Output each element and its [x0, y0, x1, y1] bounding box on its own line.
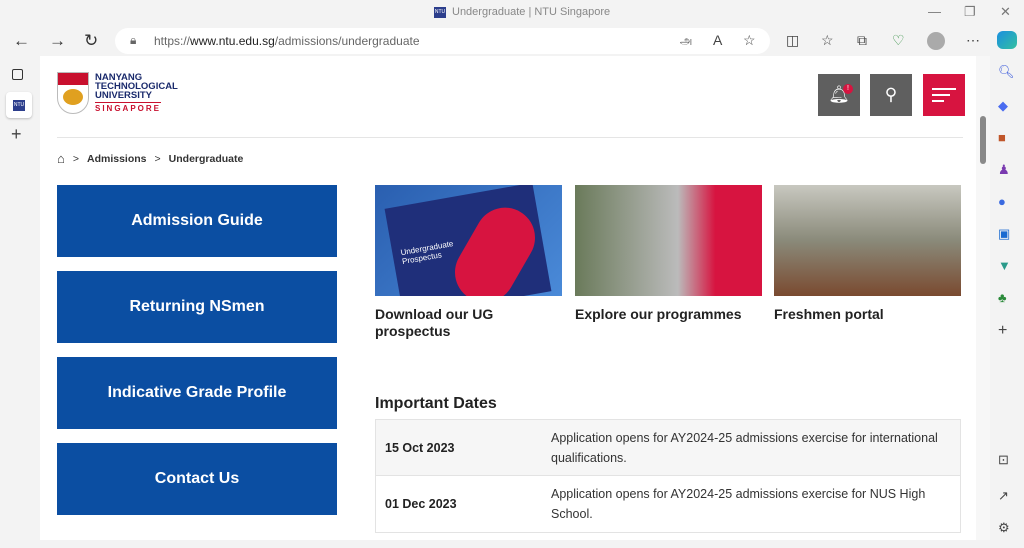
translate-icon[interactable]: அ — [680, 35, 692, 49]
games-icon[interactable]: ♟ — [998, 162, 1010, 178]
breadcrumb-undergraduate: Undergraduate — [168, 152, 244, 165]
table-row: 01 Dec 2023 Application opens for AY2024-… — [385, 487, 926, 521]
admission-guide-button[interactable]: Admission Guide — [57, 185, 337, 257]
table-row: 15 Oct 2023 Application opens for AY2024-… — [376, 420, 960, 476]
shopping-icon[interactable]: ◆ — [998, 98, 1008, 114]
favicon: NTU — [434, 6, 446, 18]
card-title[interactable]: Download our UG prospectus — [375, 306, 562, 340]
vertical-tab-ntu[interactable]: NTU — [6, 92, 32, 118]
add-sidebar-icon[interactable]: + — [998, 322, 1007, 340]
close-button[interactable]: ✕ — [1000, 4, 1011, 20]
card-title[interactable]: Explore our programmes — [575, 306, 762, 323]
back-icon[interactable]: ← — [13, 31, 30, 51]
minimize-button[interactable]: — — [928, 4, 941, 19]
maximize-button[interactable]: ❐ — [964, 4, 976, 20]
web-page: NANYANG TECHNOLOGICAL UNIVERSITY SINGAPORE … — [40, 56, 976, 540]
more-icon[interactable]: ⋯ — [966, 32, 980, 49]
card-title[interactable]: Freshmen portal — [774, 306, 961, 323]
open-external-icon[interactable]: ↗ — [998, 488, 1009, 504]
microsoft365-icon[interactable]: ● — [998, 194, 1006, 209]
ntu-crest-logo[interactable] — [57, 72, 89, 114]
search-icon[interactable]: 🔍︎ — [998, 64, 1015, 80]
tree-icon[interactable]: ♣ — [998, 290, 1007, 305]
outlook-icon[interactable]: ▣ — [998, 226, 1010, 242]
notification-button[interactable]: 🔔︎! — [818, 74, 860, 116]
scrollbar-thumb[interactable] — [980, 116, 986, 164]
ntu-logo-text[interactable]: NANYANG TECHNOLOGICAL UNIVERSITY SINGAPORE — [95, 73, 178, 113]
search-button[interactable]: ⚲ — [870, 74, 912, 116]
lock-icon[interactable]: 🔒︎ — [130, 33, 136, 48]
prospectus-image: Undergraduate Prospectus — [375, 185, 562, 296]
indicative-grade-profile-button[interactable]: Indicative Grade Profile — [57, 357, 337, 429]
vertical-tabs-bar: NTU + — [0, 56, 40, 548]
profile-avatar[interactable] — [927, 32, 945, 50]
refresh-icon[interactable]: ↻ — [84, 31, 98, 51]
designer-icon[interactable]: ▼ — [998, 258, 1011, 273]
freshmen-image — [774, 185, 961, 296]
menu-icon — [932, 88, 956, 90]
search-icon: ⚲ — [884, 85, 898, 104]
screenshot-icon[interactable]: ⊡ — [998, 452, 1009, 468]
split-screen-icon[interactable]: ◫ — [786, 32, 799, 49]
collections-icon[interactable]: ⧉ — [857, 32, 867, 49]
card-prospectus[interactable]: Undergraduate Prospectus Download our UG… — [375, 185, 562, 340]
favorite-star-icon[interactable]: ☆ — [743, 32, 756, 49]
edge-sidebar — [990, 56, 1024, 548]
settings-icon[interactable]: ⚙ — [998, 520, 1010, 536]
forward-icon[interactable]: → — [49, 31, 66, 51]
contact-us-button[interactable]: Contact Us — [57, 443, 337, 515]
important-dates-table: 15 Oct 2023 Application opens for AY2024-… — [375, 419, 961, 533]
notification-badge: ! — [843, 84, 853, 94]
card-freshmen[interactable]: Freshmen portal — [774, 185, 961, 323]
students-image — [575, 185, 762, 296]
tools-icon[interactable]: ■ — [998, 130, 1006, 145]
copilot-icon[interactable] — [997, 31, 1017, 49]
card-programmes[interactable]: Explore our programmes — [575, 185, 762, 323]
tab-actions-icon[interactable] — [12, 69, 23, 80]
health-icon[interactable]: ♡ — [892, 32, 905, 49]
favorites-icon[interactable]: ☆ — [821, 32, 834, 49]
read-aloud-icon[interactable]: A — [713, 32, 722, 48]
header-divider — [57, 137, 963, 138]
returning-nsmen-button[interactable]: Returning NSmen — [57, 271, 337, 343]
url-text[interactable]: https://www.ntu.edu.sg/admissions/underg… — [154, 34, 420, 48]
tab-title: Undergraduate | NTU Singapore — [452, 6, 611, 18]
important-dates-heading: Important Dates — [375, 395, 497, 412]
breadcrumb: ⌂ > Admissions > Undergraduate — [57, 151, 244, 166]
browser-tab[interactable]: NTU Undergraduate | NTU Singapore — [434, 6, 610, 18]
new-tab-icon[interactable]: + — [11, 124, 22, 145]
home-icon[interactable]: ⌂ — [57, 151, 65, 166]
breadcrumb-admissions[interactable]: Admissions — [87, 153, 147, 165]
menu-button[interactable] — [923, 74, 965, 116]
